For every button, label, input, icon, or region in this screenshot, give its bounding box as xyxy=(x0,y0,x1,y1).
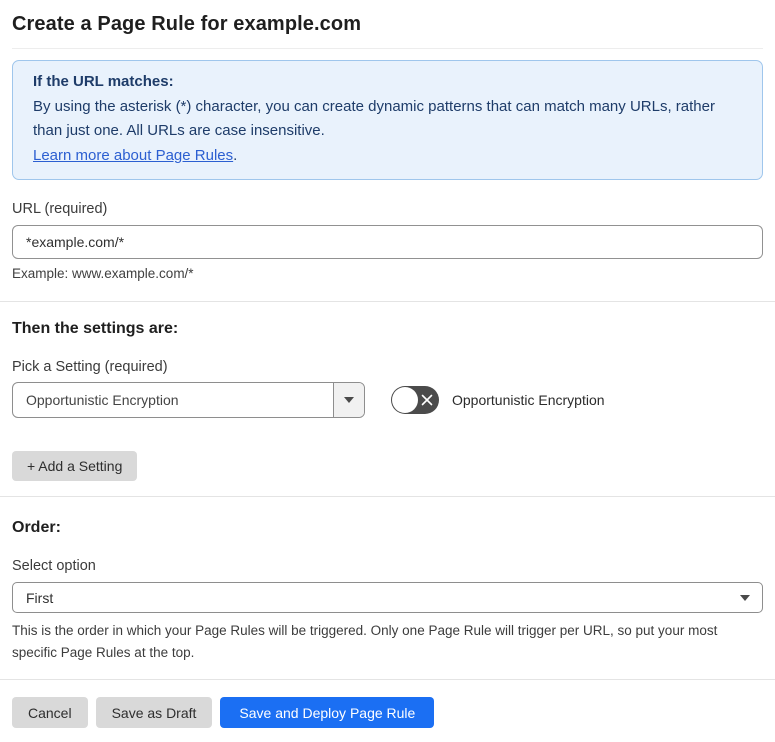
url-helper-text: Example: www.example.com/* xyxy=(12,266,194,281)
order-select-value: First xyxy=(26,589,54,606)
link-suffix: . xyxy=(233,146,238,164)
setting-dropdown-arrow-button[interactable] xyxy=(333,383,364,417)
section-divider xyxy=(0,496,775,497)
order-helper-text: This is the order in which your Page Rul… xyxy=(12,623,718,660)
footer-divider xyxy=(0,679,775,680)
callout-body: By using the asterisk (*) character, you… xyxy=(33,97,715,140)
setting-dropdown-value: Opportunistic Encryption xyxy=(26,392,179,408)
order-heading: Order: xyxy=(12,519,61,536)
url-input[interactable] xyxy=(12,225,763,259)
setting-picker-label: Pick a Setting (required) xyxy=(12,359,168,375)
toggle-x-icon xyxy=(421,394,433,406)
save-and-deploy-button[interactable]: Save and Deploy Page Rule xyxy=(220,697,435,728)
order-select[interactable]: First xyxy=(12,582,763,613)
add-setting-button[interactable]: + Add a Setting xyxy=(12,451,138,481)
setting-dropdown[interactable]: Opportunistic Encryption xyxy=(12,382,365,418)
chevron-down-icon xyxy=(740,594,750,601)
learn-more-link[interactable]: Learn more about Page Rules xyxy=(33,147,233,164)
toggle-knob xyxy=(392,387,418,413)
setting-controls-row: Opportunistic Encryption Opportunistic E… xyxy=(12,382,763,418)
chevron-down-icon xyxy=(344,397,354,403)
footer-actions: Cancel Save as Draft Save and Deploy Pag… xyxy=(12,697,763,742)
page-title: Create a Page Rule for example.com xyxy=(12,13,362,35)
settings-heading: Then the settings are: xyxy=(12,320,179,337)
callout-link-row: Learn more about Page Rules. xyxy=(33,144,742,169)
cancel-button[interactable]: Cancel xyxy=(12,697,88,728)
url-field-label: URL (required) xyxy=(12,201,108,217)
callout-heading: If the URL matches: xyxy=(33,73,174,90)
save-as-draft-button[interactable]: Save as Draft xyxy=(95,697,213,728)
opportunistic-encryption-toggle[interactable] xyxy=(391,386,439,414)
page-header: Create a Page Rule for example.com xyxy=(12,0,763,49)
order-select-label: Select option xyxy=(12,558,96,574)
toggle-label: Opportunistic Encryption xyxy=(452,392,605,408)
section-divider xyxy=(0,301,775,302)
url-match-callout: If the URL matches: By using the asteris… xyxy=(12,60,763,180)
